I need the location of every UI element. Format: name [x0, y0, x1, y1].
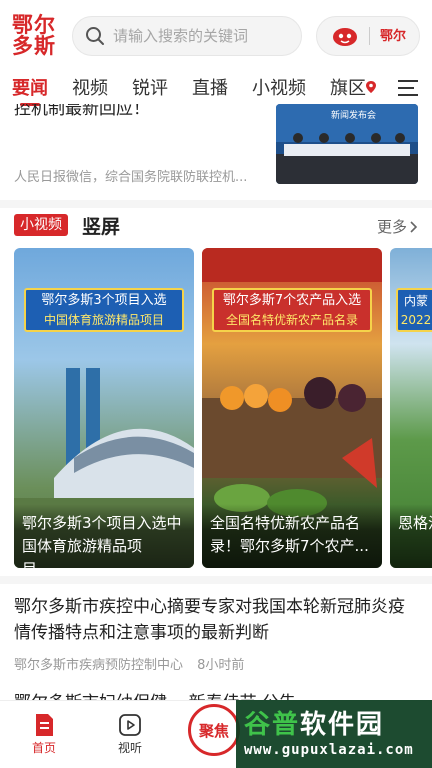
- section-separator: [0, 200, 432, 208]
- banner-text: 鄂尔多斯7个农产品入选: [222, 293, 362, 308]
- short-video-badge: 小视频: [14, 214, 68, 236]
- home-icon: [36, 714, 53, 736]
- tab-headlines[interactable]: 要闻: [12, 74, 48, 100]
- watermark-title-green: 谷普: [244, 710, 301, 740]
- watermark-title-rest: 软件园: [300, 710, 385, 740]
- banner-subtext: 2022: [400, 313, 432, 327]
- video-card[interactable]: 鄂尔多斯7个农产品入选 全国名特优新农产品名录 全国名特优新农产品名录！鄂尔多斯…: [202, 248, 382, 568]
- video-caption: 恩格治理: [390, 504, 432, 568]
- tab-short-video[interactable]: 小视频: [252, 74, 306, 100]
- nav-video-label: 视听: [117, 741, 142, 755]
- video-caption: 全国名特优新农产品名录！鄂尔多斯7个农产...: [202, 504, 382, 568]
- tab-commentary[interactable]: 锐评: [132, 74, 168, 100]
- focus-button[interactable]: 聚焦: [188, 704, 240, 756]
- watermark-url: www.gupuxlazai.com: [244, 742, 414, 758]
- search-icon: [86, 27, 104, 45]
- nav-video[interactable]: 视听: [100, 711, 160, 756]
- section-title: 竖屏: [82, 216, 121, 238]
- video-card[interactable]: 内蒙 2022 恩格治理: [390, 248, 432, 568]
- more-button[interactable]: 更多: [377, 216, 418, 237]
- pill-divider: [369, 27, 370, 45]
- watermark: 谷普软件园 www.gupuxlazai.com: [236, 700, 432, 768]
- thumb-label: 新闻发布会: [331, 109, 376, 121]
- profile-pill[interactable]: 鄂尔: [316, 16, 420, 56]
- video-card-carousel[interactable]: 鄂尔多斯3个项目入选 中国体育旅游精品项目 鄂尔多斯3个项目入选中国体育旅游精品…: [0, 248, 432, 568]
- tab-districts-label: 旗区: [330, 78, 366, 99]
- news-title: 鄂尔多斯市疾控中心摘要专家对我国本轮新冠肺炎疫情传播特点和注意事项的最新判断: [14, 597, 405, 643]
- logo-line-2: 多斯: [12, 33, 56, 58]
- chevron-right-icon: [410, 220, 418, 233]
- channel-tabs: 要闻 视频 锐评 直播 小视频 旗区: [0, 70, 432, 104]
- logo-line-1: 鄂尔: [12, 12, 56, 37]
- watermark-title: 谷普软件园: [244, 704, 384, 741]
- brand-seal: 鄂尔: [380, 28, 407, 44]
- tab-districts[interactable]: 旗区: [330, 74, 376, 100]
- search-input[interactable]: [113, 27, 293, 45]
- mascot-icon: [333, 28, 357, 46]
- banner-text: 鄂尔多斯3个项目入选: [41, 293, 167, 308]
- app-logo[interactable]: 鄂尔 多斯: [12, 14, 60, 58]
- menu-icon[interactable]: [398, 80, 418, 96]
- tab-live[interactable]: 直播: [192, 74, 228, 100]
- nav-home[interactable]: 首页: [14, 711, 74, 756]
- location-pin-icon: [366, 81, 376, 93]
- news-title: 控机制最新回应！: [14, 104, 150, 119]
- news-meta: 鄂尔多斯市疾病预防控制中心 8小时前: [14, 654, 244, 673]
- news-item-top[interactable]: 控机制最新回应！ 人民日报微信，综合国务院联防联控机... 新闻发布会: [0, 104, 432, 200]
- news-item[interactable]: 鄂尔多斯市疾控中心摘要专家对我国本轮新冠肺炎疫情传播特点和注意事项的最新判断 鄂…: [0, 584, 432, 680]
- app-header: 鄂尔 多斯 鄂尔: [0, 0, 432, 70]
- video-caption: 鄂尔多斯3个项目入选中国体育旅游精品项目，...: [14, 504, 194, 568]
- banner-text: 内蒙: [403, 294, 428, 308]
- video-banner: 内蒙 2022: [396, 288, 432, 332]
- section-separator: [0, 576, 432, 584]
- more-label: 更多: [376, 218, 407, 236]
- search-bar[interactable]: [72, 16, 302, 56]
- news-source: 鄂尔多斯市疾病预防控制中心: [14, 658, 184, 673]
- news-time: 8小时前: [197, 658, 245, 673]
- news-source: 人民日报微信，综合国务院联防联控机...: [14, 170, 248, 185]
- short-video-section-header: 小视频 竖屏 更多: [0, 208, 432, 242]
- video-card[interactable]: 鄂尔多斯3个项目入选 中国体育旅游精品项目 鄂尔多斯3个项目入选中国体育旅游精品…: [14, 248, 194, 568]
- news-thumbnail: 新闻发布会: [276, 104, 418, 184]
- play-icon: [119, 714, 141, 736]
- video-banner: 鄂尔多斯3个项目入选 中国体育旅游精品项目: [24, 288, 184, 332]
- tab-video[interactable]: 视频: [72, 74, 108, 100]
- banner-subtext: 中国体育旅游精品项目: [43, 313, 164, 327]
- video-banner: 鄂尔多斯7个农产品入选 全国名特优新农产品名录: [212, 288, 372, 332]
- nav-home-label: 首页: [31, 741, 56, 755]
- banner-subtext: 全国名特优新农产品名录: [225, 313, 358, 327]
